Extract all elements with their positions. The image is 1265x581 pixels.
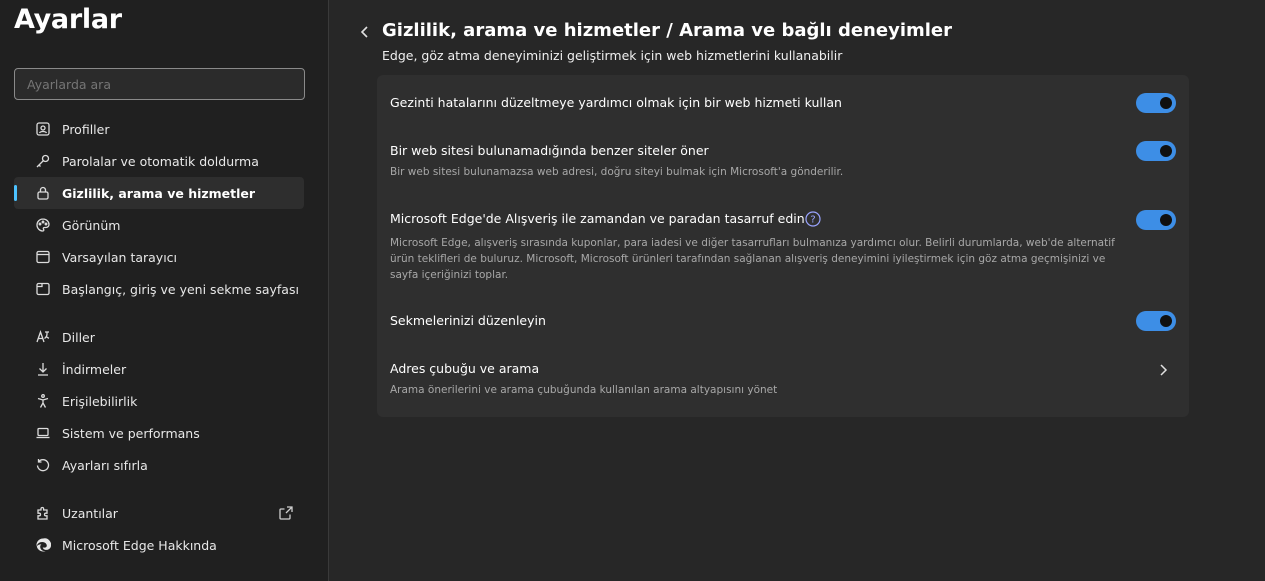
setting-title: Gezinti hatalarını düzeltmeye yardımcı o… — [390, 95, 842, 110]
address-bar-search-link[interactable]: Adres çubuğu ve arama — [390, 361, 539, 376]
sidebar-item-label: Görünüm — [62, 217, 121, 233]
sidebar-item-label: Diller — [62, 329, 95, 345]
browser-icon — [34, 248, 52, 266]
sidebar-item-label: Parolalar ve otomatik doldurma — [62, 153, 259, 169]
sidebar-item-system[interactable]: Sistem ve performans — [26, 417, 304, 449]
similar-sites-toggle[interactable] — [1136, 141, 1176, 161]
sidebar-item-reset[interactable]: Ayarları sıfırla — [26, 449, 304, 481]
puzzle-icon — [34, 504, 52, 522]
reset-icon — [34, 456, 52, 474]
laptop-icon — [34, 424, 52, 442]
sidebar-item-privacy[interactable]: Gizlilik, arama ve hizmetler — [14, 177, 304, 209]
sidebar-item-passwords[interactable]: Parolalar ve otomatik doldurma — [26, 145, 304, 177]
shopping-toggle[interactable] — [1136, 210, 1176, 230]
page-subtitle: Edge, göz atma deneyiminizi geliştirmek … — [382, 48, 843, 63]
organize-tabs-toggle[interactable] — [1136, 311, 1176, 331]
sidebar-item-extensions[interactable]: Uzantılar — [26, 497, 304, 529]
setting-title: Bir web sitesi bulunamadığında benzer si… — [390, 143, 709, 158]
sidebar-item-label: İndirmeler — [62, 361, 127, 377]
home-page-icon — [34, 280, 52, 298]
chevron-right-icon[interactable] — [1157, 362, 1169, 376]
sidebar-item-startup[interactable]: Başlangıç, giriş ve yeni sekme sayfası — [26, 273, 304, 305]
setting-description: Microsoft Edge, alışveriş sırasında kupo… — [390, 237, 1115, 281]
sidebar-item-label: Gizlilik, arama ve hizmetler — [62, 185, 256, 201]
palette-icon — [34, 216, 52, 234]
language-icon — [34, 328, 52, 346]
sidebar-item-profiles[interactable]: Profiller — [26, 113, 304, 145]
app-title: Ayarlar — [14, 4, 122, 35]
sidebar-item-appearance[interactable]: Görünüm — [26, 209, 304, 241]
sidebar-item-label: Sistem ve performans — [62, 425, 200, 441]
sidebar-item-languages[interactable]: Diller — [26, 321, 304, 353]
setting-description: Bir web sitesi bulunamazsa web adresi, d… — [390, 166, 844, 178]
sidebar-item-label: Microsoft Edge Hakkında — [62, 537, 217, 553]
sidebar-item-default-browser[interactable]: Varsayılan tarayıcı — [26, 241, 304, 273]
sidebar-item-label: Başlangıç, giriş ve yeni sekme sayfası — [62, 281, 299, 297]
setting-title: Microsoft Edge'de Alışveriş ile zamandan… — [390, 211, 805, 226]
sidebar-item-label: Uzantılar — [62, 505, 118, 521]
sidebar-item-label: Ayarları sıfırla — [62, 457, 148, 473]
setting-description: Arama önerilerini ve arama çubuğunda kul… — [390, 384, 778, 396]
key-icon — [34, 152, 52, 170]
page-title: Gizlilik, arama ve hizmetler / Arama ve … — [382, 20, 952, 41]
navigation-errors-toggle[interactable] — [1136, 93, 1176, 113]
external-link-icon[interactable] — [278, 505, 294, 521]
setting-title: Sekmelerinizi düzenleyin — [390, 313, 546, 328]
back-button[interactable] — [358, 22, 374, 42]
search-input[interactable] — [14, 68, 305, 100]
download-icon — [34, 360, 52, 378]
profile-icon — [34, 120, 52, 138]
help-icon[interactable]: ? — [805, 211, 821, 227]
sidebar: Ayarlar Profiller Parolalar ve otomatik … — [0, 0, 329, 581]
sidebar-item-label: Erişilebilirlik — [62, 393, 138, 409]
lock-icon — [34, 184, 52, 202]
settings-card: Gezinti hatalarını düzeltmeye yardımcı o… — [377, 75, 1189, 417]
chevron-left-icon — [360, 26, 368, 38]
sidebar-item-about[interactable]: Microsoft Edge Hakkında — [26, 529, 304, 561]
svg-text:?: ? — [810, 215, 815, 226]
edge-icon — [34, 536, 52, 554]
sidebar-item-label: Varsayılan tarayıcı — [62, 249, 178, 265]
sidebar-item-label: Profiller — [62, 121, 110, 137]
sidebar-item-downloads[interactable]: İndirmeler — [26, 353, 304, 385]
accessibility-icon — [34, 392, 52, 410]
sidebar-item-accessibility[interactable]: Erişilebilirlik — [26, 385, 304, 417]
